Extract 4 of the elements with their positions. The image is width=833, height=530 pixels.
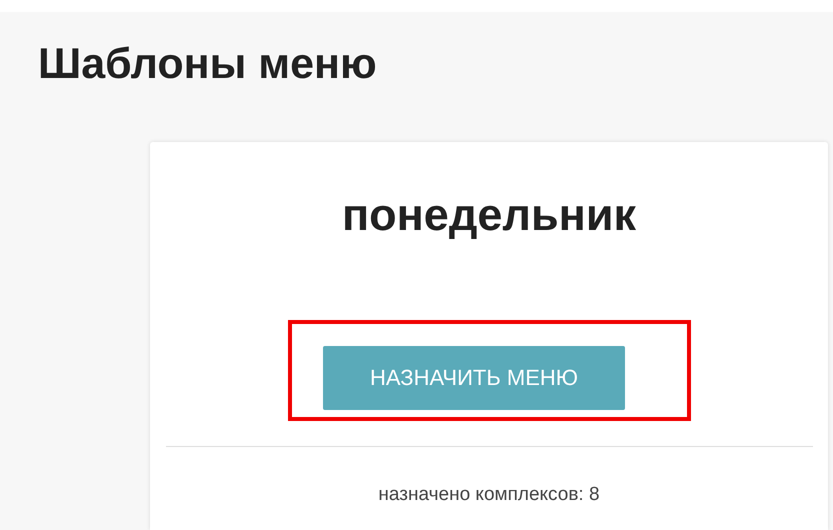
card-title: понедельник xyxy=(342,188,636,242)
assign-menu-button[interactable]: НАЗНАЧИТЬ МЕНЮ xyxy=(323,346,625,410)
assigned-count-text: назначено комплексов: 8 xyxy=(378,483,600,507)
page-title: Шаблоны меню xyxy=(38,39,377,90)
